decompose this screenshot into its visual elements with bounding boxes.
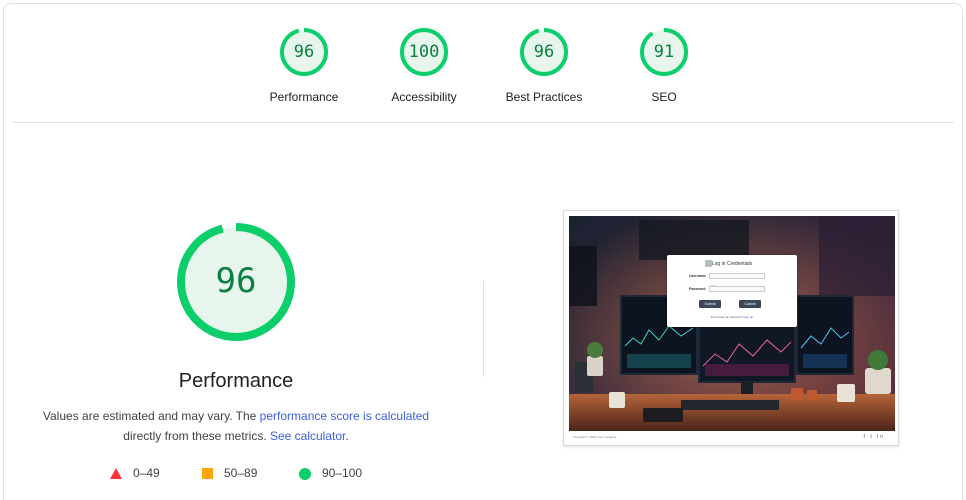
screenshot-image: Log in Credentials Username test Passwor… bbox=[569, 216, 895, 431]
screenshot-footer: Copyright © 2024 Your company f t in bbox=[569, 431, 895, 445]
username-field: test bbox=[709, 273, 765, 288]
signup-text: Don't have an account? Sign up bbox=[667, 315, 797, 319]
gauge-ring: 91 bbox=[639, 27, 689, 77]
section-divider bbox=[13, 122, 954, 123]
gauge-label: SEO bbox=[651, 90, 677, 104]
vertical-separator bbox=[483, 281, 484, 377]
gauge-ring: 100 bbox=[399, 27, 449, 77]
gauge-label: Performance bbox=[269, 90, 339, 104]
cancel-button: Cancel bbox=[739, 300, 761, 308]
gauge-seo[interactable]: 91 SEO bbox=[604, 27, 724, 104]
performance-description: Values are estimated and may vary. The p… bbox=[20, 406, 452, 446]
main-gauge-score: 96 bbox=[215, 261, 257, 301]
signup-prefix: Don't have an account? bbox=[710, 315, 744, 319]
username-label: Username bbox=[689, 274, 706, 278]
gauge-ring: 96 bbox=[519, 27, 569, 77]
score-calculated-link[interactable]: performance score is calculated bbox=[260, 409, 429, 423]
gauge-accessibility[interactable]: 100 Accessibility bbox=[364, 27, 484, 104]
password-label: Password bbox=[689, 287, 706, 291]
circle-icon bbox=[299, 467, 311, 480]
gauge-score: 100 bbox=[408, 42, 440, 62]
social-icons: f t in bbox=[863, 434, 885, 440]
desc-text: Values are estimated and may vary. The bbox=[42, 409, 260, 423]
footer-copyright: Copyright © 2024 Your company bbox=[573, 435, 617, 439]
performance-main-gauge: 96 bbox=[175, 221, 297, 343]
square-icon bbox=[202, 468, 213, 480]
gauge-performance[interactable]: 96 Performance bbox=[244, 27, 364, 104]
gauge-score: 91 bbox=[653, 42, 675, 62]
desc-text: . bbox=[345, 429, 349, 443]
legend-average-label: 50–89 bbox=[224, 466, 258, 480]
legend-fail-label: 0–49 bbox=[133, 466, 160, 480]
legend-pass-label: 90–100 bbox=[322, 466, 363, 480]
login-title: Log in Credentials bbox=[711, 261, 753, 267]
gauge-ring: 96 bbox=[279, 27, 329, 77]
see-calculator-link[interactable]: See calculator bbox=[270, 429, 345, 443]
triangle-icon bbox=[110, 468, 122, 480]
submit-button: Submit bbox=[699, 300, 721, 308]
gauge-label: Accessibility bbox=[391, 90, 457, 104]
desc-text: directly from these metrics. bbox=[123, 429, 270, 443]
legend-average: 50–89 bbox=[202, 466, 257, 480]
gauge-score: 96 bbox=[293, 42, 315, 62]
performance-title: Performance bbox=[178, 370, 294, 392]
gauge-score: 96 bbox=[533, 42, 555, 62]
final-screenshot[interactable]: Log in Credentials Username test Passwor… bbox=[563, 210, 899, 446]
password-field bbox=[709, 286, 765, 292]
legend-fail: 0–49 bbox=[110, 466, 160, 480]
signup-link: Sign up bbox=[743, 315, 754, 319]
login-dialog: Log in Credentials Username test Passwor… bbox=[667, 255, 797, 327]
category-gauges: 96 Performance 100 Accessibility 96 Best… bbox=[0, 0, 966, 122]
legend-pass: 90–100 bbox=[299, 466, 362, 480]
gauge-label: Best Practices bbox=[505, 90, 583, 104]
gauge-best-practices[interactable]: 96 Best Practices bbox=[484, 27, 604, 104]
